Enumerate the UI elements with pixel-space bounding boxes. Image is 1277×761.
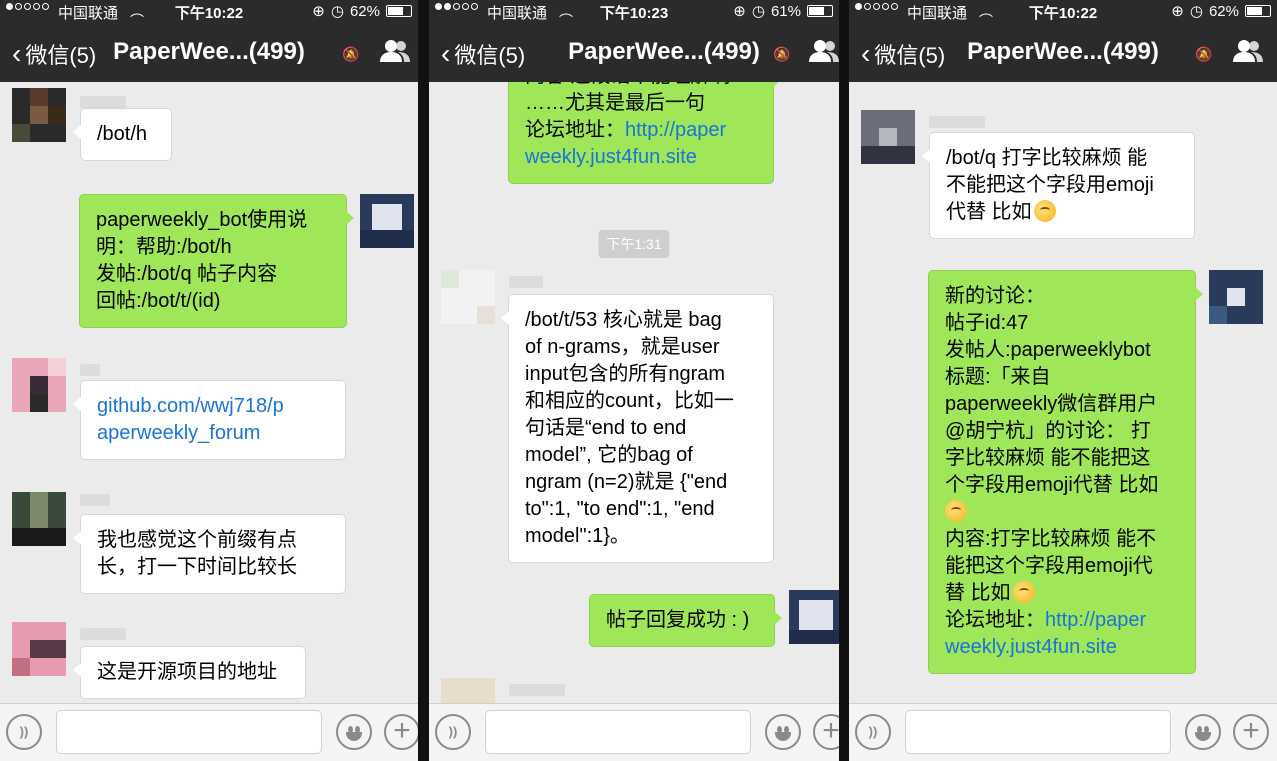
avatar[interactable] xyxy=(12,622,66,676)
link-text[interactable]: http://paper xyxy=(1045,609,1146,631)
voice-icon[interactable]: )) xyxy=(435,714,471,750)
message-bubble[interactable]: paperweekly_bot使用说 明：帮助:/bot/h 发帖:/bot/q 帖… xyxy=(79,194,354,328)
carrier-label: 中国联通 xyxy=(58,5,119,22)
avatar[interactable] xyxy=(789,590,839,644)
signal-icon xyxy=(435,3,478,10)
message-list: /bot/q 打字比较麻烦 能不能把这个字段用emoji 代替 比如 新的讨论：帖… xyxy=(849,82,1277,703)
input-bar: )) + xyxy=(849,703,1277,761)
message-bubble[interactable]: 这是开源项目的地址 xyxy=(73,646,306,699)
status-bar: 中国联通 ︵ 下午10:22 ⊕ ◷ 62% xyxy=(849,0,1277,22)
battery-label: 62% xyxy=(349,2,380,20)
avatar[interactable] xyxy=(441,270,495,324)
back-chevron-icon: ‹ xyxy=(441,38,451,69)
emoji-icon xyxy=(1012,581,1035,603)
battery-icon xyxy=(386,5,412,17)
message-bubble[interactable]: github.com/wwj718/p aperweekly_forum xyxy=(73,380,346,460)
alarm-icon: ◷ xyxy=(751,3,765,20)
sender-name xyxy=(80,628,126,640)
link-text[interactable]: weekly.just4fun.site xyxy=(945,634,1179,661)
battery-label: 62% xyxy=(1208,2,1239,20)
link-text[interactable]: weekly.just4fun.site xyxy=(525,144,757,171)
message-input[interactable] xyxy=(485,710,751,754)
battery-icon xyxy=(807,5,833,17)
signal-icon xyxy=(855,3,898,10)
emoji-icon[interactable] xyxy=(336,714,372,750)
avatar[interactable] xyxy=(12,492,66,546)
avatar[interactable] xyxy=(12,88,66,142)
message-bubble[interactable]: 新的讨论： 帖子id:47 发帖人:paperweeklybot 标题:「来自 pape… xyxy=(928,270,1203,674)
plus-icon[interactable]: + xyxy=(1233,714,1269,750)
sender-name xyxy=(80,364,100,376)
wifi-icon: ︵ xyxy=(979,3,993,19)
plus-icon[interactable]: + xyxy=(384,714,418,750)
nav-bar: ‹ 微信(5) PaperWee...(499) 🔕 xyxy=(429,22,839,82)
avatar[interactable] xyxy=(861,110,915,164)
avatar[interactable] xyxy=(1209,270,1263,324)
signal-icon xyxy=(6,3,49,10)
input-bar: )) + xyxy=(429,703,839,761)
alarm-icon: ◷ xyxy=(1189,3,1203,20)
mute-icon: 🔕 xyxy=(1195,46,1213,62)
group-members-icon[interactable] xyxy=(809,38,839,64)
clock: 下午10:22 xyxy=(1028,5,1098,22)
message-input[interactable] xyxy=(905,710,1171,754)
link-text[interactable]: http://paper xyxy=(625,119,726,141)
sender-name xyxy=(509,684,565,696)
message-input[interactable] xyxy=(56,710,322,754)
group-members-icon[interactable] xyxy=(380,38,410,64)
rotation-lock-icon: ⊕ xyxy=(312,3,325,20)
carrier-label: 中国联通 xyxy=(907,5,968,22)
group-members-icon[interactable] xyxy=(1233,38,1263,64)
wifi-icon: ︵ xyxy=(130,3,144,19)
chat-screen-3: 中国联通 ︵ 下午10:22 ⊕ ◷ 62% ‹ 微信(5) PaperWee..… xyxy=(849,0,1277,761)
chat-screen-2: 中国联通 ︵ 下午10:23 ⊕ ◷ 61% ‹ 微信(5) PaperWee..… xyxy=(429,0,839,761)
sender-name xyxy=(509,276,543,288)
plus-icon[interactable]: + xyxy=(813,714,839,750)
link-text[interactable]: aperweekly_forum xyxy=(97,420,329,447)
status-bar: 中国联通 ︵ 下午10:23 ⊕ ◷ 61% xyxy=(429,0,839,22)
alarm-icon: ◷ xyxy=(330,3,344,20)
message-bubble[interactable]: 内容:这段话不能理解啊……尤其是最后一句 论坛地址：http://paper w… xyxy=(508,82,781,184)
voice-icon[interactable]: )) xyxy=(6,714,42,750)
chat-screen-1: 中国联通 ︵ 下午10:22 ⊕ ◷ 62% ‹ 微信(5) PaperWee..… xyxy=(0,0,418,761)
carrier-label: 中国联通 xyxy=(487,5,548,22)
avatar[interactable] xyxy=(12,358,66,412)
avatar[interactable] xyxy=(360,194,414,248)
battery-label: 61% xyxy=(770,2,801,20)
message-list: 内容:这段话不能理解啊……尤其是最后一句 论坛地址：http://paper w… xyxy=(429,82,839,703)
mute-icon: 🔕 xyxy=(773,46,791,62)
rotation-lock-icon: ⊕ xyxy=(1171,3,1184,20)
message-bubble[interactable]: 帖子回复成功 : ) xyxy=(589,594,782,647)
wifi-icon: ︵ xyxy=(559,3,573,19)
mute-icon: 🔕 xyxy=(342,46,360,62)
message-bubble[interactable]: /bot/q 打字比较麻烦 能不能把这个字段用emoji 代替 比如 xyxy=(922,132,1195,239)
emoji-icon xyxy=(945,500,967,522)
voice-icon[interactable]: )) xyxy=(855,714,891,750)
nav-bar: ‹ 微信(5) PaperWee...(499) 🔕 xyxy=(0,22,418,82)
message-bubble[interactable]: 我也感觉这个前缀有点 长，打一下时间比较长 xyxy=(73,514,346,594)
battery-icon xyxy=(1245,5,1271,17)
status-bar: 中国联通 ︵ 下午10:22 ⊕ ◷ 62% xyxy=(0,0,418,22)
emoji-icon[interactable] xyxy=(1185,714,1221,750)
message-list: /bot/h paperweekly_bot使用说 明：帮助:/bot/h 发帖:/… xyxy=(0,82,418,703)
emoji-icon xyxy=(1033,200,1056,222)
sender-name xyxy=(80,96,126,108)
avatar[interactable] xyxy=(441,678,495,703)
sender-name xyxy=(80,494,110,506)
clock: 下午10:23 xyxy=(599,5,669,22)
rotation-lock-icon: ⊕ xyxy=(733,3,746,20)
emoji-icon[interactable] xyxy=(765,714,801,750)
input-bar: )) + xyxy=(0,703,418,761)
message-bubble[interactable]: /bot/t/53 核心就是 bag of n-grams，就是user input… xyxy=(501,294,774,563)
message-bubble[interactable]: /bot/h xyxy=(73,108,172,161)
link-text[interactable]: github.com/wwj718/p xyxy=(97,393,329,420)
sender-name xyxy=(929,116,985,128)
clock: 下午10:22 xyxy=(174,5,244,22)
timestamp: 下午1:31 xyxy=(598,230,670,258)
nav-bar: ‹ 微信(5) PaperWee...(499) 🔕 xyxy=(849,22,1277,82)
chat-title: PaperWee...(499) xyxy=(967,38,1159,65)
